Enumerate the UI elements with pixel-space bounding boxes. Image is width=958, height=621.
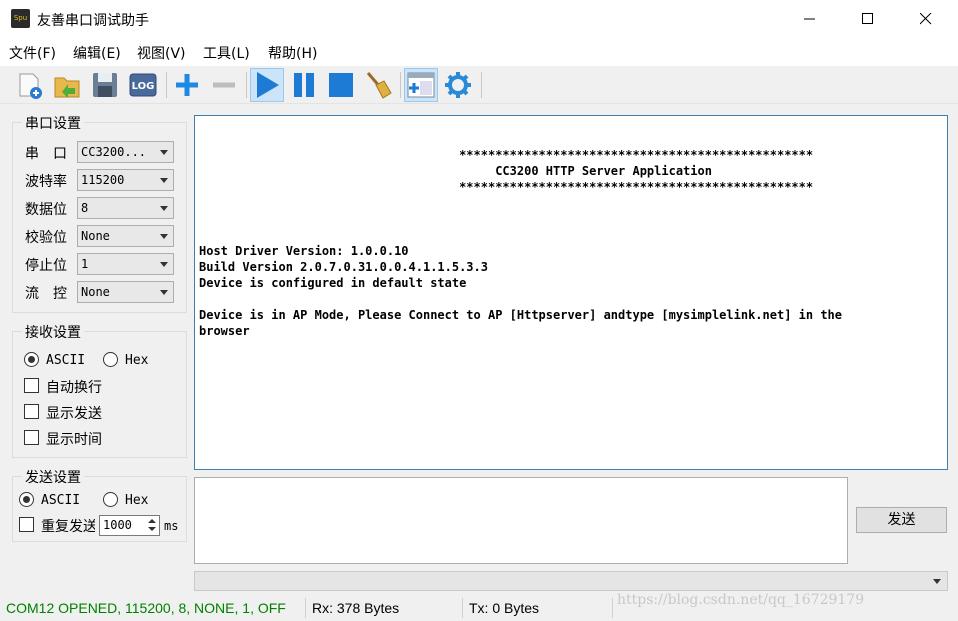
chevron-down-icon [160, 150, 168, 155]
receive-text-area[interactable]: ****************************************… [194, 115, 948, 470]
show-send-checkbox[interactable] [24, 404, 39, 419]
auto-wrap-label: 自动换行 [46, 380, 102, 396]
maximize-button[interactable] [839, 0, 897, 38]
add-icon[interactable] [170, 68, 204, 102]
menu-view[interactable]: 视图(V) [137, 43, 186, 63]
port-label: 串 口 [25, 146, 67, 162]
settings-gear-icon[interactable] [441, 68, 475, 102]
rx-count: Rx: 378 Bytes [312, 600, 400, 616]
stop-bits-label: 停止位 [25, 258, 67, 274]
log-icon[interactable]: LOG [126, 68, 160, 102]
receive-settings-title: 接收设置 [22, 322, 84, 342]
menu-file[interactable]: 文件(F) [9, 43, 56, 63]
chevron-down-icon [160, 290, 168, 295]
parity-select[interactable]: None [77, 225, 174, 247]
show-time-checkbox[interactable] [24, 430, 39, 445]
connection-status: COM12 OPENED, 115200, 8, NONE, 1, OFF [6, 600, 286, 616]
receive-line: Device is configured in default state [199, 276, 467, 290]
remove-icon[interactable] [207, 68, 241, 102]
baud-label: 波特率 [25, 174, 67, 190]
receive-line: Host Driver Version: 1.0.0.10 [199, 244, 409, 258]
spin-down-icon [145, 525, 158, 534]
send-ascii-radio[interactable] [19, 492, 34, 507]
flow-control-select[interactable]: None [77, 281, 174, 303]
show-time-label: 显示时间 [46, 432, 102, 448]
menu-help[interactable]: 帮助(H) [268, 43, 317, 63]
clear-broom-icon[interactable] [361, 68, 395, 102]
close-button[interactable] [897, 0, 955, 38]
new-file-icon[interactable] [12, 68, 46, 102]
send-settings-title: 发送设置 [22, 467, 84, 487]
minimize-button[interactable] [781, 0, 839, 38]
receive-line: ****************************************… [199, 180, 814, 194]
menu-edit[interactable]: 编辑(E) [73, 43, 121, 63]
auto-wrap-checkbox[interactable] [24, 378, 39, 393]
menu-tools[interactable]: 工具(L) [203, 43, 250, 63]
flow-control-label: 流 控 [25, 286, 67, 302]
send-ascii-label: ASCII [41, 493, 81, 508]
receive-line: Build Version 2.0.7.0.31.0.0.4.1.1.5.3.3 [199, 260, 488, 274]
menu-bar: 文件(F) 编辑(E) 视图(V) 工具(L) 帮助(H) [0, 38, 958, 66]
receive-line: ****************************************… [199, 148, 814, 162]
app-icon: Sрu [11, 9, 30, 28]
serial-settings-title: 串口设置 [22, 113, 84, 133]
send-hex-radio[interactable] [103, 492, 118, 507]
chevron-down-icon [933, 579, 941, 584]
receive-line [199, 291, 943, 307]
play-icon[interactable] [250, 68, 284, 102]
title-bar: Sрu 友善串口调试助手 [0, 0, 958, 38]
chevron-down-icon [160, 234, 168, 239]
maximize-icon [862, 13, 873, 24]
close-icon [920, 13, 932, 25]
log-label: LOG [132, 81, 155, 92]
receive-line [199, 195, 943, 211]
receive-ascii-radio[interactable] [24, 352, 39, 367]
repeat-send-label: 重复发送 [41, 519, 95, 535]
chevron-down-icon [160, 178, 168, 183]
receive-line [199, 211, 943, 227]
repeat-interval-input[interactable]: 1000 [99, 515, 160, 536]
send-hex-label: Hex [125, 493, 149, 508]
repeat-send-checkbox[interactable] [19, 517, 34, 532]
pause-icon[interactable] [287, 68, 321, 102]
receive-line [199, 227, 943, 243]
send-history-select[interactable] [194, 571, 948, 591]
data-bits-label: 数据位 [25, 202, 67, 218]
receive-ascii-label: ASCII [46, 353, 86, 368]
save-icon[interactable] [88, 68, 122, 102]
parity-label: 校验位 [25, 230, 67, 246]
send-input[interactable] [194, 477, 848, 564]
interval-unit-label: ms [164, 519, 179, 533]
baud-select[interactable]: 115200 [77, 169, 174, 191]
window-title: 友善串口调试助手 [37, 13, 149, 29]
tx-count: Tx: 0 Bytes [469, 600, 540, 616]
stop-icon[interactable] [324, 68, 358, 102]
receive-line: Device is in AP Mode, Please Connect to … [199, 308, 842, 322]
receive-line: CC3200 HTTP Server Application [199, 164, 712, 178]
receive-hex-label: Hex [125, 353, 149, 368]
watermark: https://blog.csdn.net/qq_16729179 [617, 592, 865, 608]
chevron-down-icon [160, 206, 168, 211]
toolbar: LOG [0, 66, 958, 104]
receive-hex-radio[interactable] [103, 352, 118, 367]
open-folder-icon[interactable] [50, 68, 84, 102]
stop-bits-select[interactable]: 1 [77, 253, 174, 275]
port-select[interactable]: CC3200... [77, 141, 174, 163]
chevron-down-icon [160, 262, 168, 267]
send-button[interactable]: 发送 [856, 507, 947, 533]
show-send-label: 显示发送 [46, 406, 102, 422]
receive-line: browser [199, 324, 250, 338]
data-bits-select[interactable]: 8 [77, 197, 174, 219]
toggle-send-panel-icon[interactable] [404, 68, 438, 102]
minimize-icon [804, 18, 815, 20]
